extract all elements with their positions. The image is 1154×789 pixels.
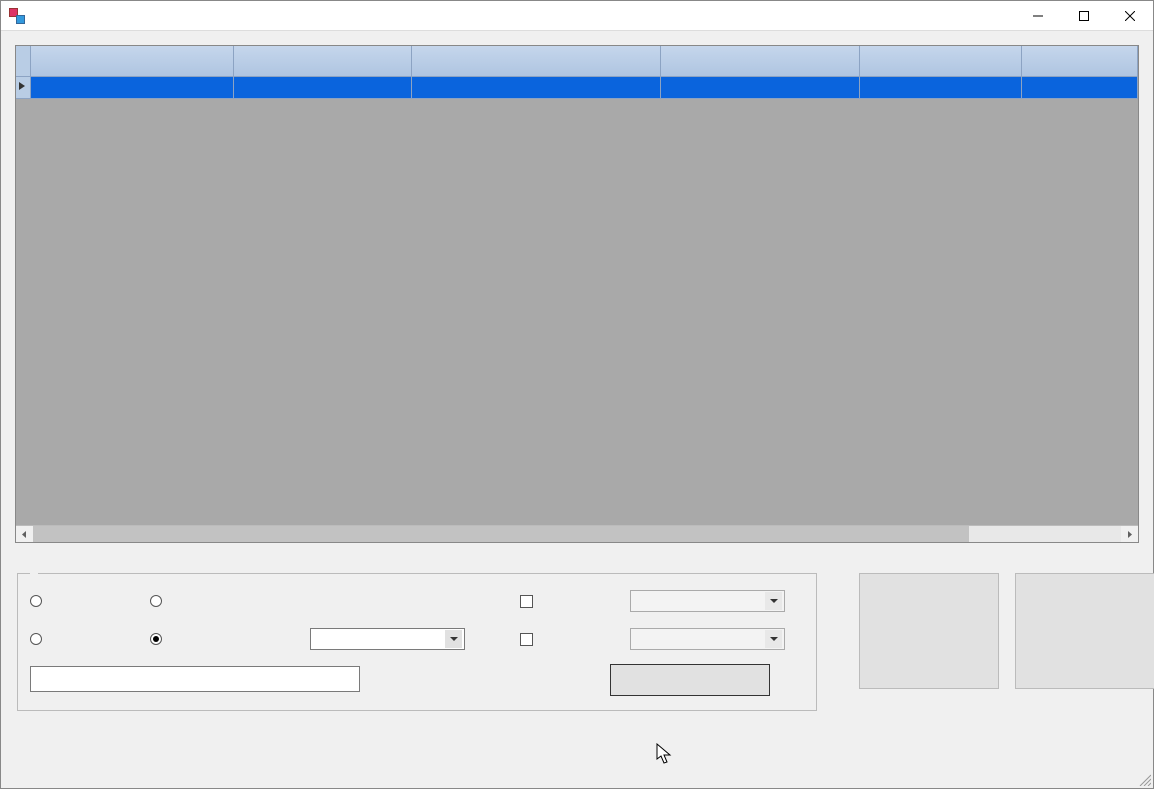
close-button[interactable] xyxy=(1107,1,1153,31)
radio-icon xyxy=(30,595,42,607)
cell-patient-id[interactable] xyxy=(860,77,1022,99)
scroll-left-button[interactable] xyxy=(16,526,33,542)
grid-corner xyxy=(16,46,31,77)
cell-report-date[interactable] xyxy=(31,77,234,99)
checkbox-icon xyxy=(520,633,533,646)
radio-icon xyxy=(150,595,162,607)
cell-patient-name[interactable] xyxy=(412,77,662,99)
col-header-facility-name[interactable] xyxy=(1022,46,1138,77)
app-icon xyxy=(9,8,25,24)
maximize-button[interactable] xyxy=(1061,1,1107,31)
end-date-checkbox[interactable] xyxy=(520,633,630,646)
table-row[interactable] xyxy=(16,77,1138,99)
chevron-down-icon xyxy=(445,630,462,648)
action-buttons xyxy=(859,573,1154,689)
cell-patient-dob[interactable] xyxy=(661,77,860,99)
search-term-input[interactable] xyxy=(30,666,360,692)
radio-patient-id[interactable] xyxy=(30,595,150,607)
client-area xyxy=(1,31,1153,788)
begin-date-checkbox[interactable] xyxy=(520,595,630,608)
checkbox-icon xyxy=(520,595,533,608)
end-date-picker[interactable] xyxy=(630,628,785,650)
col-header-report-type[interactable] xyxy=(234,46,412,77)
radio-patient-name[interactable] xyxy=(150,595,310,607)
col-header-report-date[interactable] xyxy=(31,46,234,77)
radio-icon xyxy=(150,633,162,645)
cell-facility-name[interactable] xyxy=(1022,77,1138,99)
minimize-button[interactable] xyxy=(1015,1,1061,31)
dob-date-picker[interactable] xyxy=(310,628,465,650)
col-header-patient-name[interactable] xyxy=(412,46,662,77)
begin-date-picker[interactable] xyxy=(630,590,785,612)
cell-report-type[interactable] xyxy=(234,77,412,99)
scroll-track[interactable] xyxy=(33,526,1121,542)
titlebar[interactable] xyxy=(1,1,1153,31)
grid-header-row xyxy=(16,46,1138,77)
scroll-thumb[interactable] xyxy=(33,526,969,542)
row-marker-icon xyxy=(16,77,31,99)
window-frame xyxy=(0,0,1154,789)
radio-patient-dob[interactable] xyxy=(150,633,310,645)
open-report-button[interactable] xyxy=(1015,573,1154,689)
refresh-button[interactable] xyxy=(859,573,999,689)
horizontal-scrollbar[interactable] xyxy=(16,525,1138,542)
chevron-down-icon xyxy=(765,592,782,610)
search-groupbox xyxy=(17,573,817,711)
resize-grip-icon[interactable] xyxy=(1137,772,1151,786)
window-controls xyxy=(1015,1,1153,31)
radio-tech-name[interactable] xyxy=(30,633,150,645)
grid-body[interactable] xyxy=(16,77,1138,525)
scroll-right-button[interactable] xyxy=(1121,526,1138,542)
search-button[interactable] xyxy=(610,664,770,696)
chevron-down-icon xyxy=(765,630,782,648)
results-grid[interactable] xyxy=(15,45,1139,543)
col-header-patient-id[interactable] xyxy=(860,46,1022,77)
bottom-panel xyxy=(15,573,1139,711)
radio-icon xyxy=(30,633,42,645)
col-header-patient-dob[interactable] xyxy=(661,46,860,77)
